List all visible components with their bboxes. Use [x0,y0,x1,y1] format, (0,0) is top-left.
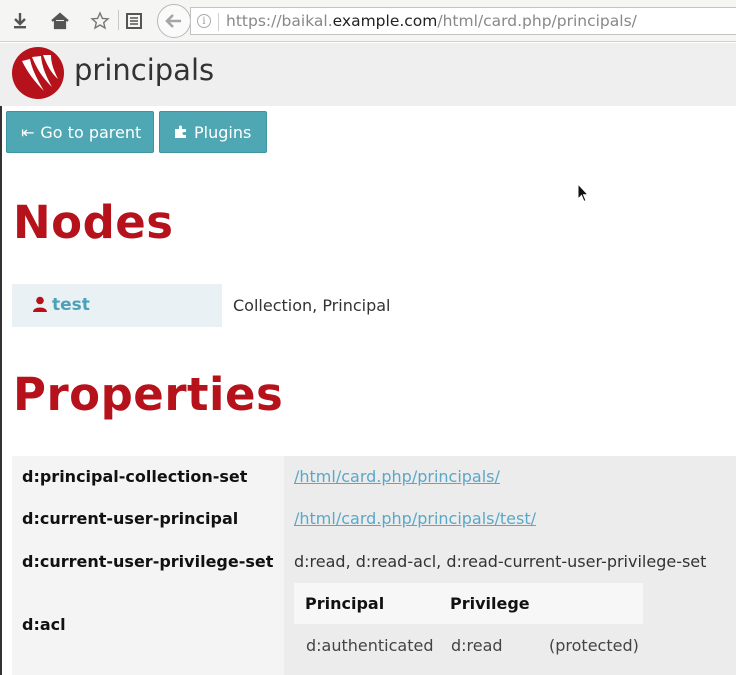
acl-header-privilege: Privilege [450,594,530,613]
bookmark-star-icon[interactable] [87,8,113,34]
nodes-heading: Nodes [13,196,174,249]
acl-header-row: Principal Privilege [294,583,643,624]
plugins-button[interactable]: Plugins [159,111,267,153]
app-header: principals [0,43,736,106]
url-divider [218,13,219,31]
property-name: d:current-user-principal [22,509,239,528]
properties-heading: Properties [13,368,284,421]
mouse-cursor-icon [577,182,590,203]
property-name: d:principal-collection-set [22,467,248,486]
node-link-test[interactable]: test [52,295,90,315]
plugins-label: Plugins [194,123,252,142]
page-left-border [0,106,2,675]
acl-header-principal: Principal [305,594,385,613]
url-prefix: https://baikal. [226,12,333,30]
user-icon [33,296,47,312]
url-text[interactable]: https://baikal.example.com/html/card.php… [226,12,637,30]
download-icon[interactable] [7,8,33,34]
node-types: Collection, Principal [233,296,391,315]
go-to-parent-label: Go to parent [40,123,142,142]
info-icon[interactable]: i [197,14,211,28]
reader-icon[interactable] [121,8,147,34]
current-user-principal-link[interactable]: /html/card.php/principals/test/ [294,509,536,528]
go-to-parent-icon: ⇤ [21,123,35,142]
home-icon[interactable] [47,8,73,34]
property-value: d:read, d:read-acl, d:read-current-user-… [294,552,707,571]
principal-collection-set-link[interactable]: /html/card.php/principals/ [294,467,500,486]
url-path: /html/card.php/principals/ [437,12,637,30]
toolbar-separator [118,10,119,30]
puzzle-icon [174,123,188,142]
address-bar[interactable]: i https://baikal.example.com/html/card.p… [190,7,736,35]
property-name: d:acl [22,615,66,634]
acl-privilege: d:read [451,636,503,655]
acl-principal: d:authenticated [306,636,434,655]
acl-row: d:authenticated d:read (protected) [294,624,643,675]
properties-table: d:principal-collection-set /html/card.ph… [12,456,736,675]
property-name: d:current-user-privilege-set [22,552,274,571]
baikal-logo[interactable] [12,47,64,99]
back-arrow-icon[interactable] [157,4,191,38]
url-domain: example.com [332,12,438,30]
go-to-parent-button[interactable]: ⇤ Go to parent [6,111,154,153]
acl-note: (protected) [549,636,639,655]
page-title: principals [74,53,215,87]
node-row[interactable]: test [12,284,222,327]
browser-toolbar: i https://baikal.example.com/html/card.p… [0,0,736,42]
acl-table: Principal Privilege d:authenticated d:re… [294,583,643,675]
